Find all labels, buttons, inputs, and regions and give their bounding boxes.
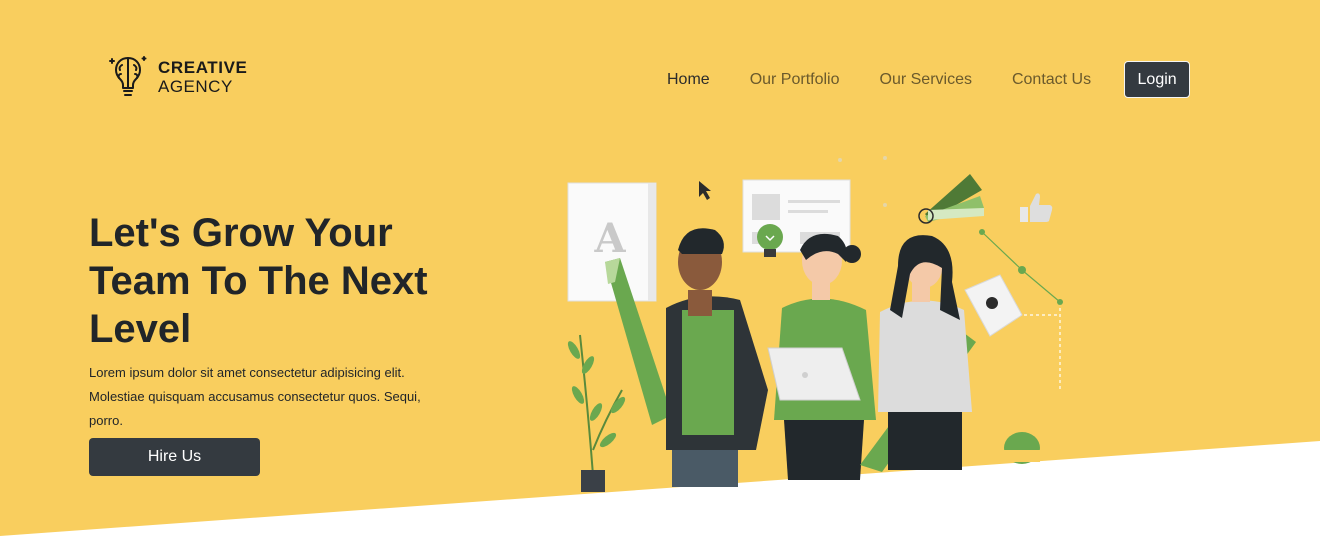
illustration-letter: A <box>593 215 626 262</box>
brand-subtitle: AGENCY <box>158 77 233 96</box>
hire-us-button[interactable]: Hire Us <box>89 438 260 476</box>
hero-description: Lorem ipsum dolor sit amet consectetur a… <box>89 365 421 428</box>
color-swatch-icon <box>918 174 984 224</box>
nav-our-services[interactable]: Our Services <box>880 71 972 89</box>
cactus-icon <box>1004 432 1040 464</box>
person-woman-pen <box>878 235 972 470</box>
thumbs-up-icon <box>1020 193 1053 222</box>
team-illustration: A <box>567 156 1063 492</box>
person-man <box>666 228 768 487</box>
brain-bulb-icon <box>109 56 147 96</box>
nav-contact-us[interactable]: Contact Us <box>1012 71 1091 89</box>
main-nav: Home Our Portfolio Our Services Contact … <box>647 61 1191 98</box>
nav-our-portfolio[interactable]: Our Portfolio <box>750 71 840 89</box>
person-woman-laptop <box>767 233 876 480</box>
hero-title: Let's Grow Your Team To The Next Level <box>89 211 428 351</box>
plant-icon <box>567 334 626 492</box>
nav-home[interactable]: Home <box>667 71 710 89</box>
brand-logo[interactable]: CREATIVE AGENCY <box>107 53 248 101</box>
cursor-icon <box>699 181 711 200</box>
login-button[interactable]: Login <box>1124 61 1191 98</box>
brand-name: CREATIVE <box>158 58 248 77</box>
